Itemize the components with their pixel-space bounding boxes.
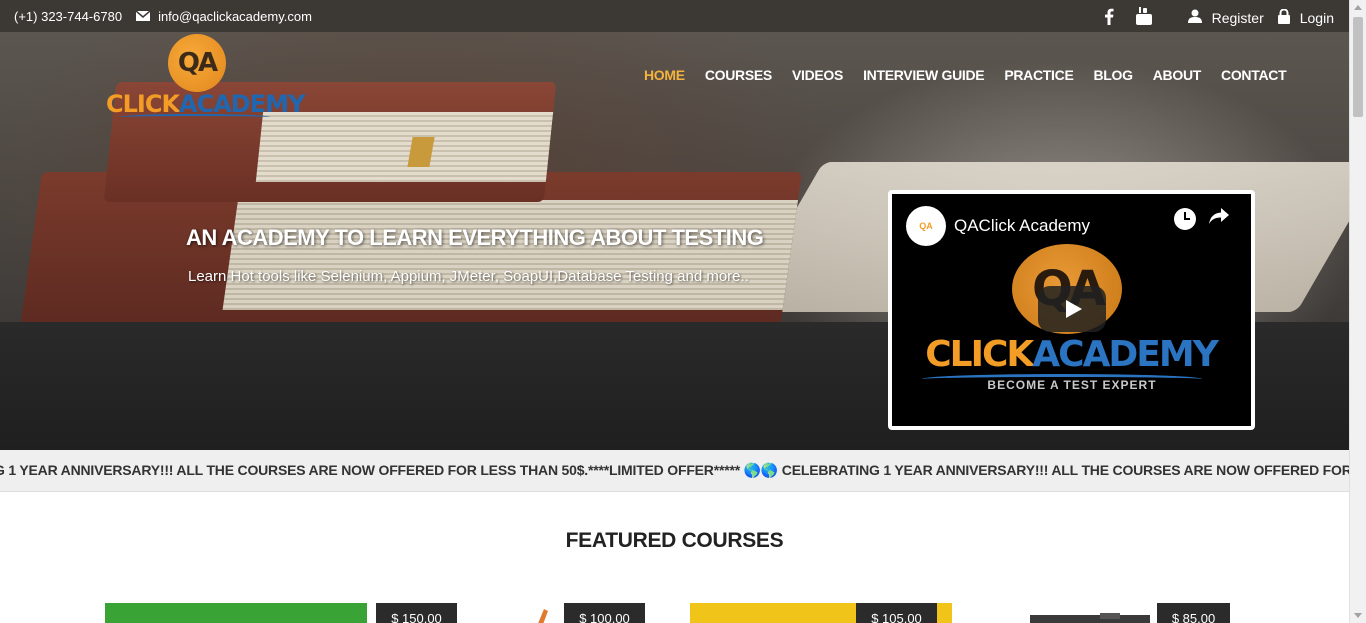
nav-videos[interactable]: VIDEOS: [792, 67, 843, 83]
course-card[interactable]: $ 85.00: [1000, 603, 1230, 623]
logo-mark: QA: [168, 34, 226, 92]
lock-icon: [1277, 7, 1290, 27]
course-card[interactable]: $ 105.00: [690, 603, 952, 623]
nav-practice[interactable]: PRACTICE: [1004, 67, 1073, 83]
youtube-link[interactable]: [1135, 7, 1152, 28]
email-item[interactable]: info@qaclickacademy.com: [135, 9, 312, 24]
hero-title: AN ACADEMY TO LEARN EVERYTHING ABOUT TES…: [186, 225, 764, 250]
register-link[interactable]: Register: [1187, 9, 1264, 26]
course-image[interactable]: [105, 603, 367, 623]
course-price: $ 85.00: [1157, 603, 1230, 623]
play-button[interactable]: [1038, 286, 1106, 332]
watch-later-icon[interactable]: [1174, 208, 1196, 230]
register-label: Register: [1211, 9, 1264, 26]
featured-courses-title: FEATURED COURSES: [565, 529, 784, 552]
channel-avatar[interactable]: QA: [906, 206, 946, 246]
logo-swoosh: [120, 114, 270, 120]
facebook-icon: [1104, 8, 1114, 28]
page-scrollbar[interactable]: [1349, 0, 1366, 623]
video-channel-title[interactable]: QAClick Academy: [954, 216, 1090, 236]
email-address[interactable]: info@qaclickacademy.com: [158, 9, 312, 24]
nav-home[interactable]: HOME: [644, 67, 685, 83]
main-nav: HOME COURSES VIDEOS INTERVIEW GUIDE PRAC…: [644, 67, 1287, 83]
envelope-icon: [135, 9, 151, 24]
nav-courses[interactable]: COURSES: [705, 67, 772, 83]
video-logo-word-part1: CLICK: [925, 334, 1034, 375]
youtube-icon: [1135, 7, 1152, 28]
nav-about[interactable]: ABOUT: [1153, 67, 1202, 83]
login-link[interactable]: Login: [1277, 7, 1334, 27]
scroll-down-arrow-icon[interactable]: [1354, 613, 1362, 618]
nav-contact[interactable]: CONTACT: [1221, 67, 1287, 83]
course-image[interactable]: [520, 603, 550, 623]
video-tagline: BECOME A TEST EXPERT: [987, 378, 1157, 392]
site-logo[interactable]: QA CLICKACADEMY: [106, 34, 305, 124]
video-logo-wordmark: CLICKACADEMY: [896, 334, 1246, 375]
top-bar-right: Register Login: [1104, 7, 1334, 28]
scroll-up-arrow-icon[interactable]: [1354, 5, 1362, 10]
course-image[interactable]: [1030, 603, 1150, 623]
top-bar: (+1) 323-744-6780 info@qaclickacademy.co…: [0, 0, 1349, 32]
scrollbar-thumb[interactable]: [1353, 17, 1363, 117]
phone-item: (+1) 323-744-6780: [14, 9, 122, 24]
marquee-text: G 1 YEAR ANNIVERSARY!!! ALL THE COURSES …: [0, 462, 1349, 478]
course-card[interactable]: $ 100.00: [400, 603, 646, 623]
announcement-marquee: G 1 YEAR ANNIVERSARY!!! ALL THE COURSES …: [0, 450, 1349, 492]
phone-number: (+1) 323-744-6780: [14, 9, 123, 24]
course-price: $ 100.00: [564, 603, 645, 623]
page: (+1) 323-744-6780 info@qaclickacademy.co…: [0, 0, 1349, 623]
video-screen[interactable]: QA QAClick Academy QA CLICKACADEMY BECOM…: [892, 194, 1251, 426]
course-price: $ 105.00: [856, 603, 937, 623]
nav-interview-guide[interactable]: INTERVIEW GUIDE: [863, 67, 985, 83]
facebook-link[interactable]: [1104, 8, 1114, 28]
video-logo-word-part2: ACADEMY: [1032, 334, 1219, 375]
user-icon: [1187, 9, 1202, 26]
share-icon[interactable]: [1208, 206, 1232, 228]
course-card[interactable]: $ 150.00: [105, 603, 457, 623]
hero-subtitle: Learn Hot tools like Selenium, Appium, J…: [188, 268, 749, 285]
login-label: Login: [1299, 9, 1334, 26]
contact-info: (+1) 323-744-6780 info@qaclickacademy.co…: [14, 9, 326, 24]
video-embed[interactable]: QA QAClick Academy QA CLICKACADEMY BECOM…: [888, 190, 1255, 430]
nav-blog[interactable]: BLOG: [1094, 67, 1134, 83]
